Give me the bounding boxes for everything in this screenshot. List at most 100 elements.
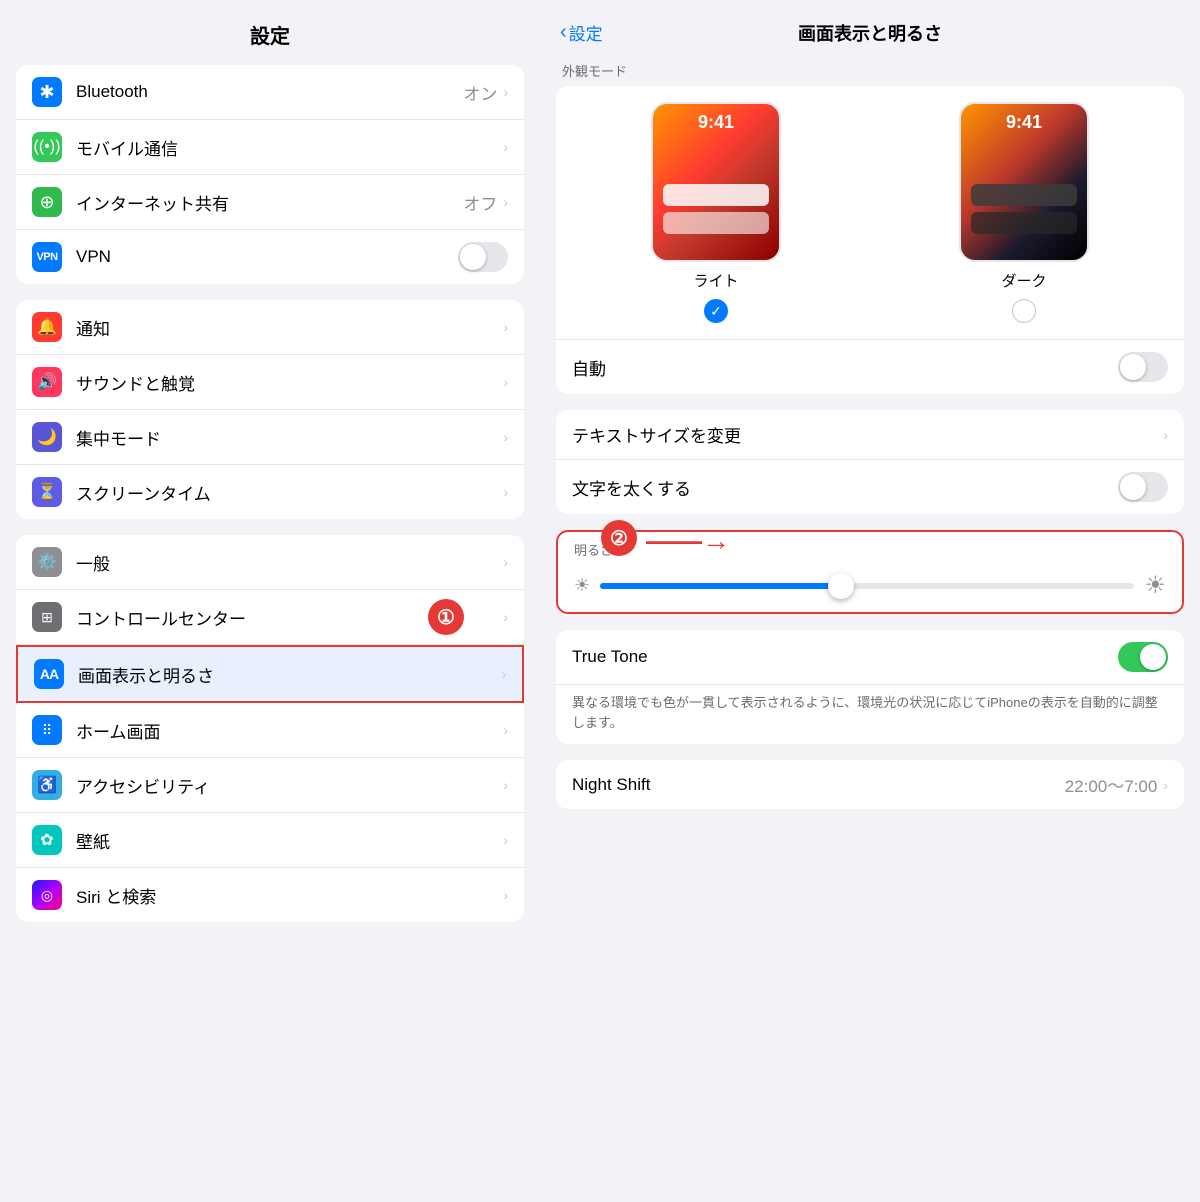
accessibility-icon: ♿ — [32, 770, 62, 800]
general-chevron: › — [503, 554, 508, 570]
light-mode-option[interactable]: 9:41 ライト ✓ — [572, 102, 860, 323]
hotspot-row[interactable]: ⊕ インターネット共有 オフ › — [16, 175, 524, 230]
display-icon: AA — [34, 659, 64, 689]
text-settings-card: テキストサイズを変更 › 文字を太くする — [556, 410, 1184, 514]
display-label: 画面表示と明るさ — [78, 662, 501, 687]
appearance-card: 9:41 ライト ✓ 9:41 — [556, 86, 1184, 394]
wallpaper-label: 壁紙 — [76, 828, 503, 853]
sound-icon: 🔊 — [32, 367, 62, 397]
annotation-badge-1: ① — [428, 599, 464, 635]
notifications-group: 🔔 通知 › 🔊 サウンドと触覚 › 🌙 集中モード › ⏳ スクリーンタイム … — [16, 300, 524, 519]
display-row[interactable]: AA 画面表示と明るさ › — [16, 645, 524, 703]
night-shift-row[interactable]: Night Shift 22:00～7:00 › — [556, 760, 1184, 809]
siri-icon: ◎ — [32, 880, 62, 910]
night-shift-chevron: › — [1163, 777, 1168, 793]
bold-text-row[interactable]: 文字を太くする — [556, 460, 1184, 514]
brightness-section-wrapper: ② ——→ 明るさ ☀ ☀ — [556, 530, 1184, 614]
night-shift-label: Night Shift — [572, 775, 1065, 795]
home-screen-chevron: › — [503, 722, 508, 738]
sound-row[interactable]: 🔊 サウンドと触覚 › — [16, 355, 524, 410]
red-arrow: ——→ — [646, 525, 730, 557]
wallpaper-icon: ✿ — [32, 825, 62, 855]
control-center-row[interactable]: ⊞ コントロールセンター › ① — [16, 590, 524, 645]
mobile-chevron: › — [503, 139, 508, 155]
annotation-badge-2: ② — [601, 520, 637, 556]
general-row[interactable]: ⚙️ 一般 › — [16, 535, 524, 590]
general-label: 一般 — [76, 550, 503, 575]
true-tone-card: True Tone 異なる環境でも色が一貫して表示されるように、環境光の状況に応… — [556, 630, 1184, 744]
home-screen-row[interactable]: ⠿ ホーム画面 › — [16, 703, 524, 758]
hotspot-chevron: › — [503, 194, 508, 210]
right-header: ‹ 設定 画面表示と明るさ — [540, 0, 1200, 61]
auto-row: 自動 — [556, 339, 1184, 394]
night-shift-card: Night Shift 22:00～7:00 › — [556, 760, 1184, 809]
notifications-row[interactable]: 🔔 通知 › — [16, 300, 524, 355]
mobile-icon: ((•)) — [32, 132, 62, 162]
system-group: ⚙️ 一般 › ⊞ コントロールセンター › ① AA 画面表示と明るさ › ⠿… — [16, 535, 524, 922]
light-mode-preview: 9:41 — [651, 102, 781, 262]
sound-label: サウンドと触覚 — [76, 370, 503, 395]
brightness-thumb[interactable] — [828, 573, 854, 599]
mobile-row[interactable]: ((•)) モバイル通信 › — [16, 120, 524, 175]
screentime-row[interactable]: ⏳ スクリーンタイム › — [16, 465, 524, 519]
bluetooth-value: オン — [463, 80, 497, 105]
appearance-section-label: 外観モード — [562, 61, 1178, 80]
bluetooth-icon: ✱ — [32, 77, 62, 107]
vpn-toggle[interactable] — [458, 242, 508, 272]
focus-icon: 🌙 — [32, 422, 62, 452]
vpn-icon: VPN — [32, 242, 62, 272]
hotspot-value: オフ — [463, 190, 497, 215]
dark-mode-option[interactable]: 9:41 ダーク — [880, 102, 1168, 323]
brightness-slider[interactable] — [600, 583, 1134, 589]
control-center-chevron: › — [503, 609, 508, 625]
auto-toggle[interactable] — [1118, 352, 1168, 382]
bold-text-label: 文字を太くする — [572, 475, 1118, 500]
dark-mode-radio[interactable] — [1012, 299, 1036, 323]
focus-label: 集中モード — [76, 425, 503, 450]
notifications-label: 通知 — [76, 315, 503, 340]
bold-text-toggle[interactable] — [1118, 472, 1168, 502]
dark-mode-label: ダーク — [1001, 270, 1046, 291]
text-size-row[interactable]: テキストサイズを変更 › — [556, 410, 1184, 460]
screentime-chevron: › — [503, 484, 508, 500]
appearance-modes: 9:41 ライト ✓ 9:41 — [556, 86, 1184, 339]
network-group: ✱ Bluetooth オン › ((•)) モバイル通信 › ⊕ インターネッ… — [16, 65, 524, 284]
focus-chevron: › — [503, 429, 508, 445]
vpn-row[interactable]: VPN VPN — [16, 230, 524, 284]
accessibility-label: アクセシビリティ — [76, 773, 503, 798]
screentime-icon: ⏳ — [32, 477, 62, 507]
back-button[interactable]: ‹ 設定 — [560, 20, 603, 45]
wallpaper-row[interactable]: ✿ 壁紙 › — [16, 813, 524, 868]
bluetooth-row[interactable]: ✱ Bluetooth オン › — [16, 65, 524, 120]
back-chevron-icon: ‹ — [560, 21, 567, 44]
control-center-icon: ⊞ — [32, 602, 62, 632]
back-label: 設定 — [569, 20, 603, 45]
light-mode-label: ライト — [693, 270, 738, 291]
light-mode-radio[interactable]: ✓ — [704, 299, 728, 323]
display-chevron: › — [501, 666, 506, 682]
notifications-icon: 🔔 — [32, 312, 62, 342]
vpn-label: VPN — [76, 247, 458, 267]
settings-title: 設定 — [0, 0, 540, 65]
dark-mode-preview: 9:41 — [959, 102, 1089, 262]
hotspot-icon: ⊕ — [32, 187, 62, 217]
focus-row[interactable]: 🌙 集中モード › — [16, 410, 524, 465]
brightness-fill — [600, 583, 840, 589]
siri-row[interactable]: ◎ Siri と検索 › — [16, 868, 524, 922]
hotspot-label: インターネット共有 — [76, 190, 463, 215]
display-settings-panel: ‹ 設定 画面表示と明るさ 外観モード 9:41 ライト — [540, 0, 1200, 1202]
home-screen-label: ホーム画面 — [76, 718, 503, 743]
accessibility-row[interactable]: ♿ アクセシビリティ › — [16, 758, 524, 813]
night-shift-value: 22:00～7:00 — [1065, 772, 1158, 797]
page-title: 画面表示と明るさ — [798, 20, 942, 46]
true-tone-row[interactable]: True Tone — [556, 630, 1184, 685]
siri-chevron: › — [503, 887, 508, 903]
siri-label: Siri と検索 — [76, 883, 503, 908]
sound-chevron: › — [503, 374, 508, 390]
brightness-slider-row: ☀ ☀ — [558, 563, 1182, 612]
true-tone-toggle[interactable] — [1118, 642, 1168, 672]
home-screen-icon: ⠿ — [32, 715, 62, 745]
accessibility-chevron: › — [503, 777, 508, 793]
bluetooth-label: Bluetooth — [76, 82, 463, 102]
brightness-min-icon: ☀ — [574, 575, 590, 596]
